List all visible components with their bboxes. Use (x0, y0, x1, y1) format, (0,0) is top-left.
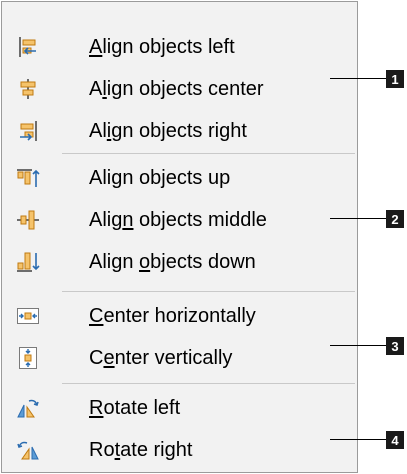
menu-item-label: Center horizontally (89, 304, 256, 327)
align-right-icon (20, 121, 37, 141)
menu-item-rotate-left[interactable]: Rotate left (2, 387, 357, 429)
callout-badge-3: 3 (386, 337, 404, 355)
callout-line-4 (330, 439, 386, 440)
menu-item-label: Align objects up (89, 166, 231, 189)
center-vertically-icon (19, 347, 37, 369)
callout-line-1 (330, 78, 386, 79)
menu-item-center-vertically[interactable]: Center vertically (2, 337, 357, 379)
menu-item-align-right[interactable]: Align objects right (2, 110, 357, 152)
align-bottom-icon (17, 252, 40, 272)
menu-item-label: Align objects right (89, 119, 247, 142)
menu-separator (62, 291, 355, 292)
context-menu: Align objects left Align objects center … (1, 1, 358, 473)
menu-item-align-down[interactable]: Align objects down (2, 241, 357, 283)
menu-item-align-middle[interactable]: Align objects middle (2, 199, 357, 241)
align-top-icon (17, 169, 40, 187)
menu-item-align-up[interactable]: Align objects up (2, 157, 357, 199)
align-left-icon (19, 37, 36, 57)
menu-separator (62, 383, 355, 384)
rotate-right-icon (17, 441, 39, 460)
align-center-icon (20, 79, 36, 99)
menu-item-label: Align objects middle (89, 208, 267, 231)
menu-item-align-left[interactable]: Align objects left (2, 26, 357, 68)
callout-line-2 (330, 218, 386, 219)
menu-item-label: Align objects left (89, 35, 235, 58)
menu-item-label: Center vertically (89, 346, 233, 369)
menu-item-label: Align objects down (89, 250, 256, 273)
menu-item-label: Rotate right (89, 438, 193, 461)
menu-item-center-horizontally[interactable]: Center horizontally (2, 295, 357, 337)
menu-item-label: Align objects center (89, 77, 264, 100)
menu-separator (62, 153, 355, 154)
callout-line-3 (330, 345, 386, 346)
callout-badge-2: 2 (386, 210, 404, 228)
callout-badge-4: 4 (386, 431, 404, 449)
menu-item-rotate-right[interactable]: Rotate right (2, 429, 357, 471)
center-horizontally-icon (17, 308, 39, 324)
align-middle-icon (17, 210, 39, 230)
callout-badge-1: 1 (386, 70, 404, 88)
menu-item-label: Rotate left (89, 396, 181, 419)
menu-item-align-center[interactable]: Align objects center (2, 68, 357, 110)
rotate-left-icon (17, 399, 39, 418)
